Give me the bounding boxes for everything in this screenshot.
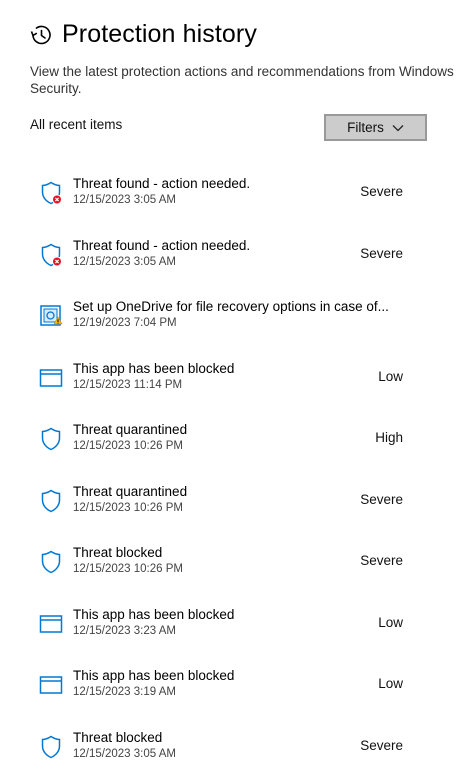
chevron-down-icon (392, 124, 404, 131)
filters-button-label: Filters (347, 120, 384, 135)
filters-button[interactable]: Filters (324, 114, 427, 141)
shield-error-icon (41, 243, 62, 266)
filter-label: All recent items (30, 117, 123, 132)
history-item[interactable]: This app has been blocked 12/15/2023 3:19… (0, 662, 474, 712)
history-item-severity: High (375, 430, 403, 445)
history-item[interactable]: Threat blocked 12/15/2023 10:26 PM Severe (0, 539, 474, 589)
history-item[interactable]: Threat quarantined 12/15/2023 10:26 PM Hig… (0, 416, 474, 466)
shield-icon (41, 735, 61, 758)
history-item-title: Threat found - action needed. (73, 237, 251, 253)
history-item-title: Threat quarantined (73, 422, 188, 437)
app-window-icon (39, 676, 63, 694)
page-description: View the latest protection actions and r… (30, 64, 454, 96)
history-item-date: 12/15/2023 3:23 AM (73, 624, 176, 637)
history-item-title: This app has been blocked (73, 360, 235, 376)
history-item-date: 12/15/2023 3:05 AM (73, 255, 176, 268)
shield-icon (41, 427, 61, 451)
history-item-date: 12/15/2023 10:26 PM (73, 501, 183, 514)
onedrive-warning-icon (40, 305, 63, 326)
history-item-title: This app has been blocked (73, 606, 235, 622)
history-item-severity: Low (378, 368, 403, 384)
history-item-date: 12/15/2023 11:14 PM (73, 378, 183, 391)
history-item-severity: Low (378, 676, 403, 691)
history-item-date: 12/15/2023 3:19 AM (73, 686, 176, 698)
history-item-date: 12/15/2023 10:26 PM (73, 440, 183, 452)
history-item-date: 12/19/2023 7:04 PM (73, 317, 177, 329)
app-window-icon (39, 368, 63, 387)
shield-error-icon (41, 181, 62, 205)
history-item-title: Set up OneDrive for file recovery option… (73, 299, 389, 314)
history-item-title: This app has been blocked (73, 668, 235, 683)
history-item[interactable]: This app has been blocked 12/15/2023 3:23… (0, 601, 474, 651)
history-item-title: Threat found - action needed. (73, 176, 251, 191)
protection-history-page: Protection history View the latest prote… (0, 0, 474, 779)
history-item-severity: Severe (360, 184, 403, 199)
history-item[interactable]: Set up OneDrive for file recovery option… (0, 293, 474, 343)
history-item-date: 12/15/2023 3:05 AM (73, 747, 176, 760)
history-item-severity: Severe (360, 245, 403, 261)
history-item-title: Threat quarantined (73, 483, 188, 499)
history-item[interactable]: Threat found - action needed. 12/15/2023 … (0, 232, 474, 282)
history-item-severity: Severe (360, 553, 403, 568)
title-row: Protection history (28, 20, 257, 49)
history-item-date: 12/15/2023 3:05 AM (73, 194, 176, 206)
history-item-date: 12/15/2023 10:26 PM (73, 563, 183, 575)
history-icon (30, 25, 51, 44)
history-item[interactable]: This app has been blocked 12/15/2023 11:1… (0, 355, 474, 405)
shield-icon (41, 550, 61, 574)
history-item-severity: Low (378, 614, 403, 630)
history-item[interactable]: Threat blocked 12/15/2023 3:05 AM Severe (0, 724, 474, 774)
history-item-severity: Severe (360, 737, 403, 753)
shield-icon (41, 489, 61, 512)
app-window-icon (39, 614, 63, 633)
page-title: Protection history (62, 20, 257, 48)
history-item-title: Threat blocked (73, 729, 163, 745)
history-item-severity: Severe (360, 491, 403, 507)
history-item[interactable]: Threat quarantined 12/15/2023 10:26 PM Sev… (0, 478, 474, 528)
history-item[interactable]: Threat found - action needed. 12/15/2023 … (0, 170, 474, 220)
history-item-title: Threat blocked (73, 545, 163, 560)
